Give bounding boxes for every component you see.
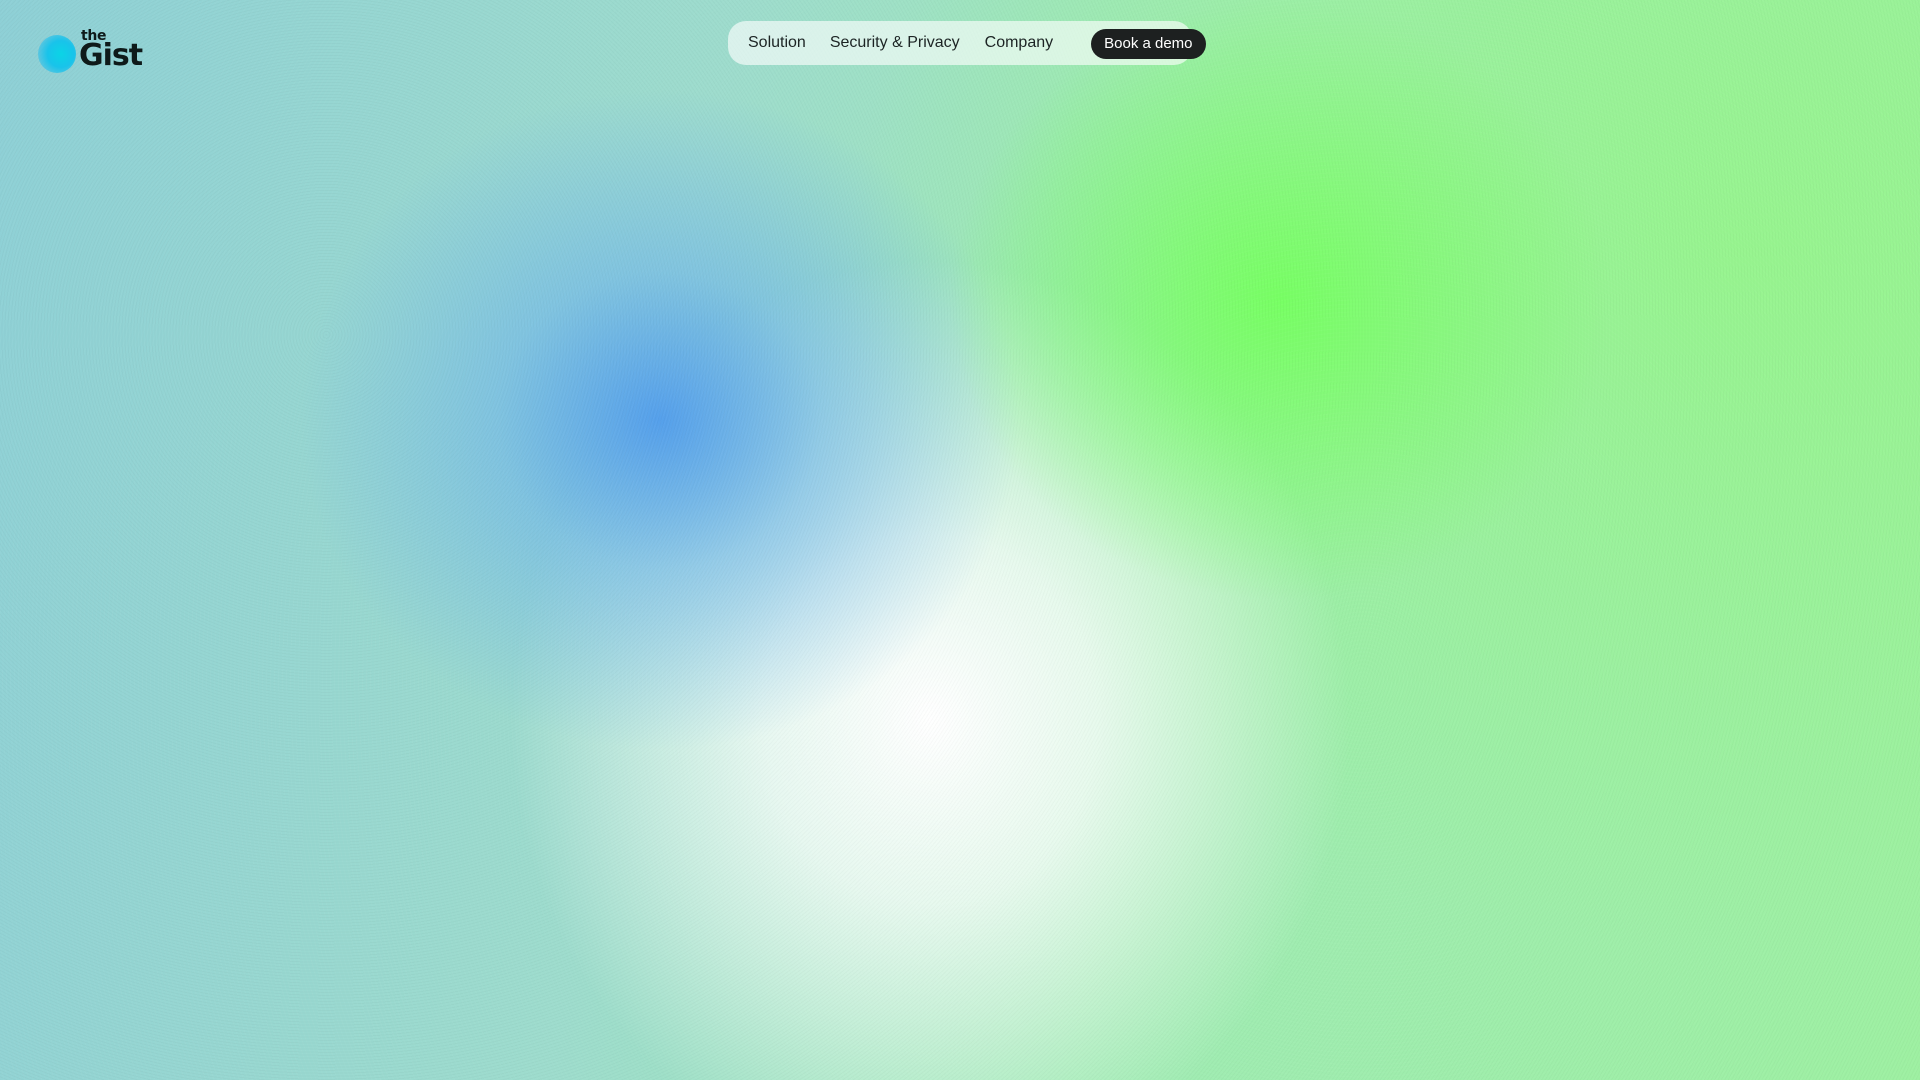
main-nav: Solution Security & Privacy Company Book… bbox=[728, 21, 1206, 65]
logo-mark-icon bbox=[38, 35, 76, 73]
nav-link-security-privacy[interactable]: Security & Privacy bbox=[830, 34, 960, 52]
nav-link-solution[interactable]: Solution bbox=[748, 34, 806, 52]
nav-link-company[interactable]: Company bbox=[985, 34, 1053, 52]
logo-link[interactable]: the Gist bbox=[38, 26, 143, 76]
book-demo-button[interactable]: Book a demo bbox=[1091, 28, 1206, 59]
logo-text-gist: Gist bbox=[79, 38, 143, 73]
hero-gradient-background bbox=[0, 0, 1920, 1080]
